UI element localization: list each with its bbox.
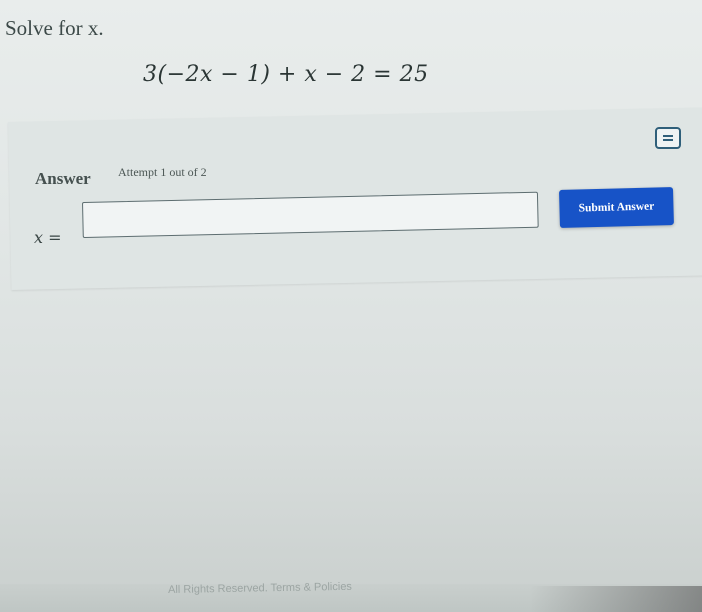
question-title: Solve for x. [5,16,104,40]
shadow-corner [530,586,702,612]
submit-answer-button[interactable]: Submit Answer [559,187,674,228]
equation: 3(−2x − 1) + x − 2 = 25 [143,62,429,87]
answer-label: Answer [35,169,91,188]
page: Solve for x. 3(−2x − 1) + x − 2 = 25 Ans… [0,0,702,612]
attempt-counter: Attempt 1 out of 2 [118,165,207,179]
variable-label: x = [34,228,62,247]
calculator-icon[interactable] [655,127,681,149]
